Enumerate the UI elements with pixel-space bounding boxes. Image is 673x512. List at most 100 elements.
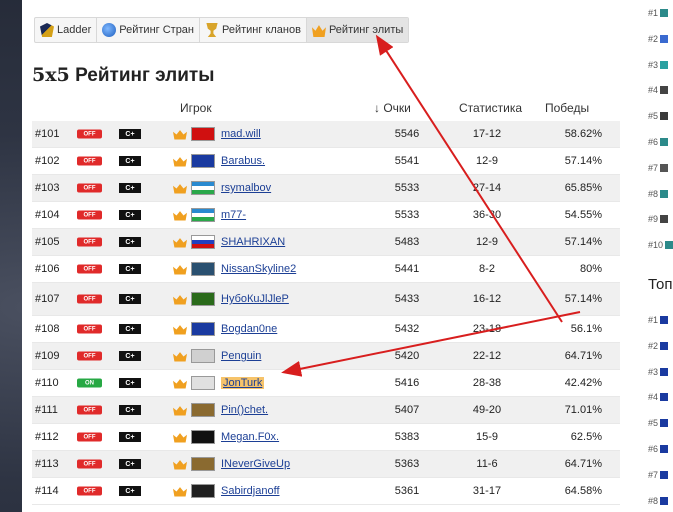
column-wins[interactable]: Победы — [545, 101, 589, 115]
crown-icon — [173, 130, 187, 140]
sidebar-rank-item[interactable]: #5 — [648, 111, 669, 122]
table-row: #113 OFF C+ INeverGiveUp 5363 11-6 64.71% — [32, 451, 620, 478]
stats-cell: 28-38 — [472, 377, 502, 389]
sidebar-top-item[interactable]: #6 — [648, 444, 669, 454]
sidebar-top-item[interactable]: #3 — [648, 367, 669, 377]
player-link[interactable]: НубоКuJlJleP — [221, 293, 289, 305]
flag-icon — [660, 316, 669, 324]
player-link[interactable]: Megan.F0x. — [221, 431, 279, 443]
level-badge: C+ — [119, 432, 141, 442]
sidebar-top-item[interactable]: #5 — [648, 418, 669, 428]
crown-icon — [311, 25, 326, 37]
player-avatar-icon — [660, 86, 669, 95]
player-link[interactable]: Bogdan0ne — [221, 323, 277, 335]
player-link[interactable]: JonTurk — [221, 377, 265, 389]
flag-icon — [191, 457, 215, 471]
sidebar-rank-item[interactable]: #2 — [648, 34, 669, 44]
crown-icon — [173, 295, 187, 305]
wins-cell: 65.85% — [564, 182, 602, 194]
crown-icon — [173, 238, 187, 248]
stats-cell: 17-12 — [472, 128, 502, 140]
flag-icon — [660, 367, 669, 376]
column-stats[interactable]: Статистика — [459, 101, 522, 115]
tab-clan-rating[interactable]: Рейтинг кланов — [200, 18, 307, 42]
points-cell: 5383 — [394, 431, 420, 443]
wins-cell: 57.14% — [564, 236, 602, 248]
table-row: #101 OFF C+ mad.will 5546 17-12 58.62% — [32, 121, 620, 148]
table-header: Игрок ↓ Очки Статистика Победы — [32, 96, 620, 120]
crown-icon — [173, 325, 187, 335]
sidebar-rank-item[interactable]: #9 — [648, 214, 669, 225]
player-link[interactable]: Pin()chet. — [221, 404, 268, 416]
crown-icon — [173, 211, 187, 221]
player-avatar-icon — [660, 9, 669, 17]
ranking-table: #101 OFF C+ mad.will 5546 17-12 58.62% #102 OFF C… — [32, 121, 620, 505]
sidebar-rank-item[interactable]: #7 — [648, 163, 669, 173]
rank-cell: #102 — [35, 155, 60, 167]
online-status-badge: OFF — [77, 264, 102, 274]
level-badge: C+ — [119, 237, 141, 247]
flag-icon — [660, 341, 669, 350]
tab-country-rating[interactable]: Рейтинг Стран — [97, 18, 200, 42]
table-row: #114 OFF C+ Sabirdjanoff 5361 31-17 64.58% — [32, 478, 620, 505]
sidebar-rank-item[interactable]: #6 — [648, 137, 669, 147]
rank-cell: #110 — [35, 377, 59, 389]
level-badge: C+ — [119, 351, 141, 361]
points-cell: 5361 — [394, 485, 420, 497]
points-cell: 5407 — [394, 404, 420, 416]
crown-icon — [173, 265, 187, 275]
wins-cell: 64.71% — [564, 350, 602, 362]
player-link[interactable]: NissanSkyline2 — [221, 263, 296, 275]
level-badge: C+ — [119, 129, 141, 139]
player-link[interactable]: rsymalbov — [221, 182, 271, 194]
wins-cell: 54.55% — [564, 209, 602, 221]
tab-elite-rating[interactable]: Рейтинг элиты — [306, 18, 409, 42]
online-status-badge: OFF — [77, 351, 102, 361]
sidebar-top-item[interactable]: #1 — [648, 315, 669, 325]
sidebar-top-item[interactable]: #8 — [648, 496, 669, 506]
player-link[interactable]: m77- — [221, 209, 246, 221]
flag-icon — [660, 445, 669, 453]
trophy-icon — [206, 23, 218, 37]
sidebar-top-item[interactable]: #7 — [648, 470, 669, 480]
wins-cell: 56.1% — [570, 323, 602, 335]
right-sidebar: Топ #1 #2 #3 #4 #5 #6 #7 #8 #9 #10 #1 #2 #3 #4 #5 #6 #7 #… — [620, 0, 673, 512]
player-link[interactable]: Barabus. — [221, 155, 265, 167]
player-avatar-icon — [660, 60, 669, 69]
player-link[interactable]: SHAHRIXAN — [221, 236, 285, 248]
sidebar-rank: #5 — [648, 111, 659, 122]
column-player[interactable]: Игрок — [180, 101, 212, 115]
online-status-badge: OFF — [77, 156, 102, 166]
online-status-badge: OFF — [77, 210, 102, 220]
points-cell: 5420 — [394, 350, 420, 362]
player-link[interactable]: Sabirdjanoff — [221, 485, 280, 497]
points-cell: 5533 — [394, 209, 420, 221]
sidebar-top-item[interactable]: #4 — [648, 392, 669, 403]
wins-cell: 64.58% — [564, 485, 602, 497]
sidebar-rank: #4 — [648, 392, 659, 403]
tab-ladder[interactable]: Ladder — [35, 18, 98, 42]
table-row: #102 OFF C+ Barabus. 5541 12-9 57.14% — [32, 148, 620, 175]
player-link[interactable]: mad.will — [221, 128, 261, 140]
flag-icon — [191, 181, 215, 195]
player-link[interactable]: Penguin — [221, 350, 261, 362]
points-cell: 5432 — [394, 323, 420, 335]
flag-icon — [660, 393, 669, 402]
sidebar-rank-item[interactable]: #8 — [648, 189, 669, 199]
flag-icon — [191, 292, 215, 306]
crown-icon — [173, 157, 187, 167]
sidebar-rank: #9 — [648, 214, 659, 225]
column-points[interactable]: ↓ Очки — [374, 101, 411, 115]
player-avatar-icon — [660, 163, 669, 172]
sidebar-rank-item[interactable]: #3 — [648, 60, 669, 70]
sidebar-rank-item[interactable]: #4 — [648, 85, 669, 95]
online-status-badge: OFF — [77, 432, 102, 442]
flag-icon — [660, 496, 669, 505]
sidebar-top-item[interactable]: #2 — [648, 341, 669, 351]
stats-cell: 12-9 — [475, 236, 499, 248]
sidebar-rank-item[interactable]: #1 — [648, 8, 669, 18]
points-cell: 5546 — [394, 128, 420, 140]
player-link[interactable]: INeverGiveUp — [221, 458, 290, 470]
flag-icon — [191, 484, 215, 498]
sidebar-rank-item[interactable]: #10 — [648, 240, 673, 250]
